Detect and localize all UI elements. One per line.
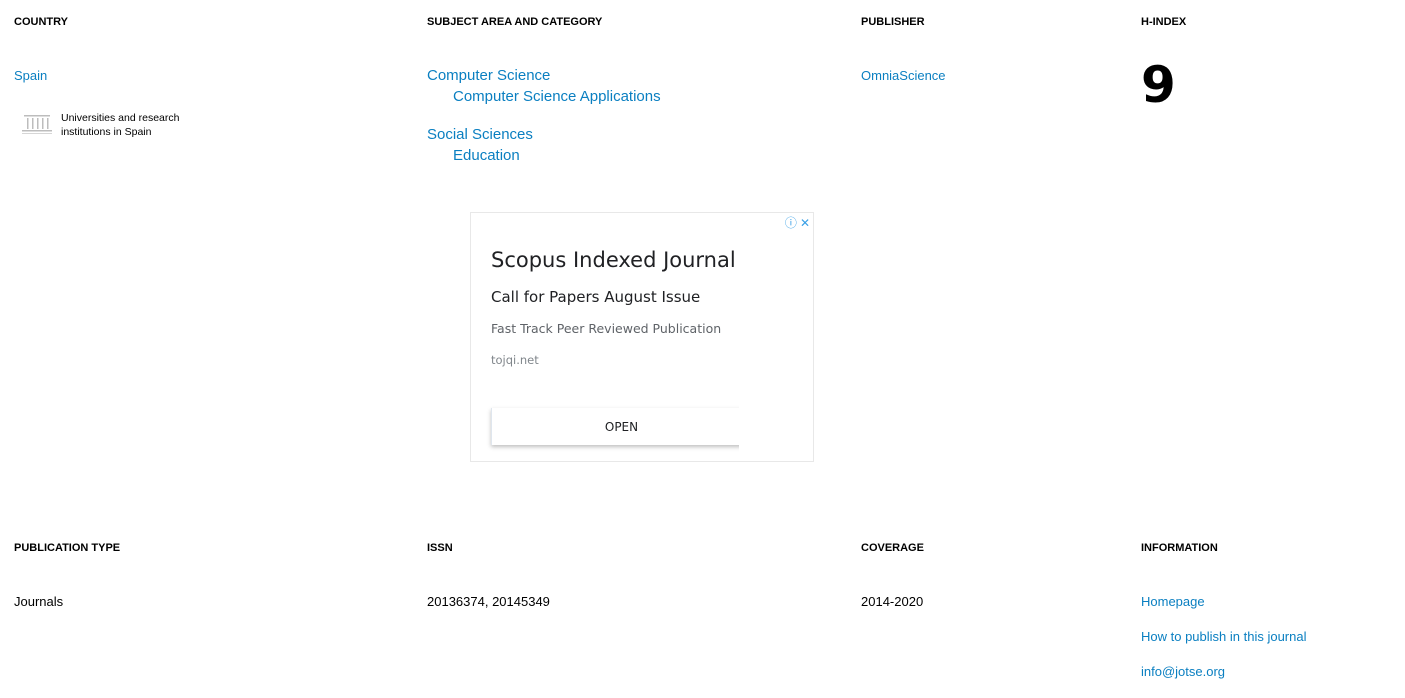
publisher-link[interactable]: OmniaScience	[861, 68, 946, 83]
subject-group-1: Computer Science Computer Science Applic…	[427, 65, 661, 107]
subject-header: SUBJECT AREA AND CATEGORY	[427, 16, 603, 28]
advertisement[interactable]: Scopus Indexed Journal Call for Papers A…	[470, 212, 814, 462]
hindex-value: 9	[1141, 56, 1176, 114]
publication-type-section: PUBLICATION TYPE Journals	[14, 542, 120, 609]
issn-header: ISSN	[427, 542, 453, 554]
homepage-link[interactable]: Homepage	[1141, 594, 1306, 609]
close-icon[interactable]: ✕	[800, 216, 810, 230]
publication-type-value: Journals	[14, 594, 64, 609]
coverage-header: COVERAGE	[861, 542, 924, 554]
info-icon[interactable]: ⓘ	[785, 216, 797, 230]
ad-title[interactable]: Scopus Indexed Journal	[491, 248, 736, 272]
ad-url[interactable]: tojqi.net	[491, 353, 539, 367]
ad-choices[interactable]: ⓘ ✕	[782, 214, 810, 231]
issn-section: ISSN 20136374, 20145349	[427, 542, 550, 609]
country-link[interactable]: Spain	[14, 68, 214, 83]
country-header: COUNTRY	[14, 16, 68, 28]
hindex-header: H-INDEX	[1141, 16, 1187, 28]
email-link[interactable]: info@jotse.org	[1141, 664, 1306, 679]
publisher-header: PUBLISHER	[861, 16, 925, 28]
how-to-publish-link[interactable]: How to publish in this journal	[1141, 629, 1306, 644]
coverage-section: COVERAGE 2014-2020	[861, 542, 924, 609]
ad-open-button[interactable]: OPEN	[491, 408, 739, 445]
subject-section: SUBJECT AREA AND CATEGORY Computer Scien…	[427, 16, 661, 166]
subject-area-link[interactable]: Social Sciences	[427, 124, 661, 145]
ad-subtitle: Call for Papers August Issue	[491, 288, 701, 306]
subject-group-2: Social Sciences Education	[427, 124, 661, 166]
subject-area-link[interactable]: Computer Science	[427, 65, 661, 86]
information-header: INFORMATION	[1141, 542, 1218, 554]
subject-category-link[interactable]: Education	[427, 145, 661, 166]
ad-content: Scopus Indexed Journal Call for Papers A…	[471, 213, 739, 461]
publication-type-header: PUBLICATION TYPE	[14, 542, 121, 554]
ad-description: Fast Track Peer Reviewed Publication	[491, 321, 722, 336]
hindex-section: H-INDEX 9	[1141, 16, 1186, 110]
institutions-text: Universities and research institutions i…	[61, 112, 180, 138]
country-section: COUNTRY Spain Universities and research …	[14, 16, 214, 139]
coverage-value: 2014-2020	[861, 594, 924, 609]
publisher-section: PUBLISHER OmniaScience	[861, 16, 946, 83]
university-building-icon	[22, 115, 52, 134]
subject-category-link[interactable]: Computer Science Applications	[427, 86, 661, 107]
information-section: INFORMATION Homepage How to publish in t…	[1141, 542, 1306, 679]
issn-value: 20136374, 20145349	[427, 594, 550, 609]
institutions-link[interactable]: Universities and research institutions i…	[14, 111, 214, 139]
